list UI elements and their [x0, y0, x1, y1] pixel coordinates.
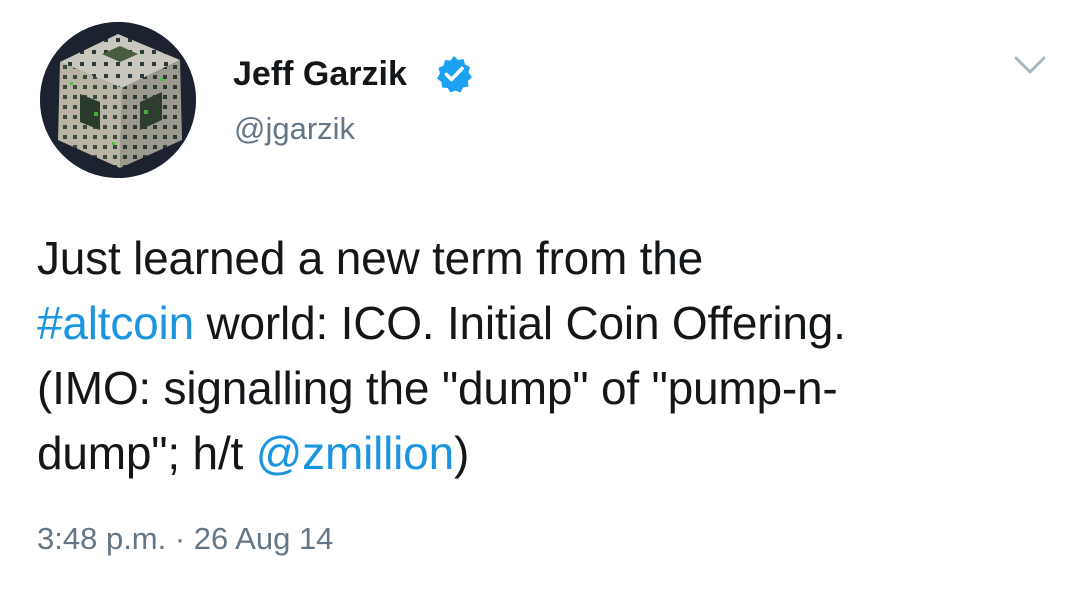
tweet-text-segment: dump"; h/t — [37, 427, 256, 479]
tweet-text-line: Just learned a new term from the — [37, 226, 1047, 291]
tweet-card: Jeff Garzik @jgarzik Just learned a new … — [0, 0, 1080, 597]
author-display-name[interactable]: Jeff Garzik — [233, 54, 407, 94]
tweet-text-line: dump"; h/t @zmillion) — [37, 421, 1047, 486]
menger-sponge-avatar-icon — [40, 22, 196, 178]
tweet-text-segment: (IMO: signalling the "dump" of "pump-n- — [37, 362, 838, 414]
chevron-down-icon[interactable] — [1012, 52, 1048, 78]
tweet-text-line: #altcoin world: ICO. Initial Coin Offeri… — [37, 291, 1047, 356]
tweet-text-segment: world: ICO. Initial Coin Offering. — [193, 297, 846, 349]
hashtag-link[interactable]: #altcoin — [37, 297, 194, 349]
tweet-timestamp[interactable]: 3:48 p.m. · 26 Aug 14 — [37, 519, 333, 559]
tweet-text-line: (IMO: signalling the "dump" of "pump-n- — [37, 356, 1047, 421]
verified-badge-icon — [437, 56, 472, 93]
tweet-text: Just learned a new term from the #altcoin… — [37, 226, 1047, 486]
author-handle[interactable]: @jgarzik — [234, 110, 355, 148]
tweet-text-segment: Just learned a new term from the — [37, 232, 704, 284]
mention-link[interactable]: @zmillion — [256, 427, 454, 479]
author-avatar[interactable] — [40, 22, 196, 178]
tweet-text-segment: ) — [453, 427, 470, 479]
